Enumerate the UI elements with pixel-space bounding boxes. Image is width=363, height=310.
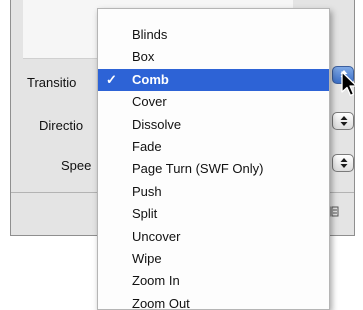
menu-item-dissolve[interactable]: Dissolve xyxy=(98,114,329,136)
menu-item-label: Zoom In xyxy=(132,273,180,289)
menu-item-page-turn-swf-only[interactable]: Page Turn (SWF Only) xyxy=(98,158,329,180)
menu-item-label: Split xyxy=(132,206,158,222)
menu-item-comb[interactable]: ✓ Comb xyxy=(98,68,329,92)
menu-item-wipe[interactable]: Wipe xyxy=(98,248,329,270)
menu-item-label: Dissolve xyxy=(132,116,182,132)
menu-item-fade[interactable]: Fade xyxy=(98,136,329,158)
menu-item-label: Uncover xyxy=(132,228,181,244)
menu-item-label: Fade xyxy=(132,138,162,154)
menu-item-label: Cover xyxy=(132,94,167,110)
menu-item-blinds[interactable]: Blinds xyxy=(98,24,329,46)
menu-item-label: Zoom Out xyxy=(132,295,190,310)
mouse-pointer-icon xyxy=(341,71,358,97)
up-down-arrows-icon xyxy=(340,158,348,168)
direction-popup-button[interactable] xyxy=(332,112,354,130)
menu-item-label: Wipe xyxy=(132,250,162,266)
menu-item-cover[interactable]: Cover xyxy=(98,91,329,113)
speed-popup-button[interactable] xyxy=(332,154,354,172)
menu-item-box[interactable]: Box xyxy=(98,46,329,68)
up-down-arrows-icon xyxy=(340,116,348,126)
menu-item-label: Box xyxy=(132,49,155,65)
menu-item-zoom-in[interactable]: Zoom In xyxy=(98,270,329,292)
menu-item-split[interactable]: Split xyxy=(98,203,329,225)
menu-item-uncover[interactable]: Uncover xyxy=(98,226,329,248)
speed-label: Spee xyxy=(61,158,92,173)
transition-label: Transitio xyxy=(27,75,77,90)
direction-label: Directio xyxy=(39,118,84,133)
menu-item-label: Blinds xyxy=(132,27,168,42)
screen: Transitio Directio Spee Blinds Box ✓ Com… xyxy=(0,0,363,310)
menu-item-label: Page Turn (SWF Only) xyxy=(132,161,264,177)
menu-item-push[interactable]: Push xyxy=(98,181,329,203)
checkmark-icon: ✓ xyxy=(106,71,117,87)
menu-item-label: Push xyxy=(132,183,162,199)
transition-dropdown-menu[interactable]: Blinds Box ✓ Comb Cover Dissolve Fade Page Turn… xyxy=(97,8,330,310)
menu-item-label: Comb xyxy=(132,71,169,87)
menu-item-zoom-out[interactable]: Zoom Out xyxy=(98,293,329,310)
